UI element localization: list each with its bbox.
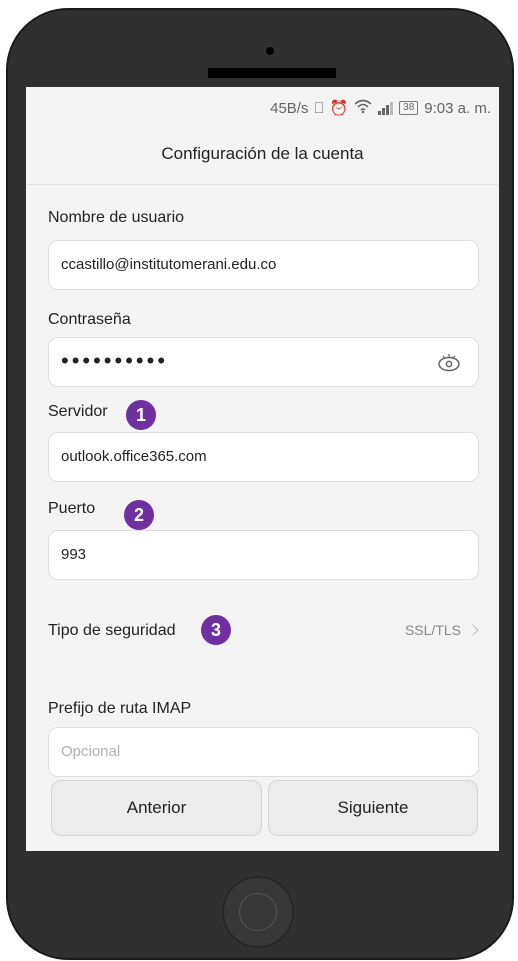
clock: 9:03 a. m. [424,99,491,117]
badge-2: 2 [124,500,154,530]
page-title: Configuración de la cuenta [161,144,364,163]
header-divider [26,184,499,185]
chevron-right-icon [467,624,479,636]
password-field[interactable]: •••••••••• [48,337,479,387]
status-bar: 45B/s ⎕ ⏰ 38 9:03 a. m. [26,87,499,127]
port-label: Puerto [48,500,96,517]
battery-icon: 38 [399,101,419,115]
vibrate-icon: ⎕ [314,99,324,117]
password-label: Contraseña [48,311,131,328]
previous-button[interactable]: Anterior [51,780,262,836]
camera-dot [266,47,274,55]
imap-prefix-placeholder: Opcional [61,743,121,760]
security-type-selector[interactable]: SSL/TLS [404,622,479,638]
signal-icon [378,101,394,115]
home-button[interactable] [222,876,294,948]
next-button[interactable]: Siguiente [268,780,478,836]
password-value: •••••••••• [61,348,169,373]
network-speed: 45B/s [270,99,309,117]
alarm-icon: ⏰ [329,100,349,117]
wifi-icon [354,99,372,117]
imap-prefix-label: Prefijo de ruta IMAP [48,700,192,717]
port-value: 993 [61,546,87,563]
security-type-label[interactable]: Tipo de seguridad [48,622,176,640]
username-label: Nombre de usuario [48,209,185,226]
badge-3: 3 [201,615,231,645]
username-value: ccastillo@institutomerani.edu.co [61,256,277,273]
eye-icon[interactable] [438,353,460,373]
security-type-value: SSL/TLS [404,622,461,638]
badge-1: 1 [126,400,156,430]
screen: 45B/s ⎕ ⏰ 38 9:03 a. m. Configuración de… [26,87,499,851]
speaker-bar [208,68,336,78]
server-value: outlook.office365.com [61,448,207,465]
server-label: Servidor [48,403,108,420]
port-field[interactable]: 993 [48,530,479,580]
home-button-ring [239,893,277,931]
imap-prefix-field[interactable]: Opcional [48,727,479,777]
server-field[interactable]: outlook.office365.com [48,432,479,482]
username-field[interactable]: ccastillo@institutomerani.edu.co [48,240,479,290]
